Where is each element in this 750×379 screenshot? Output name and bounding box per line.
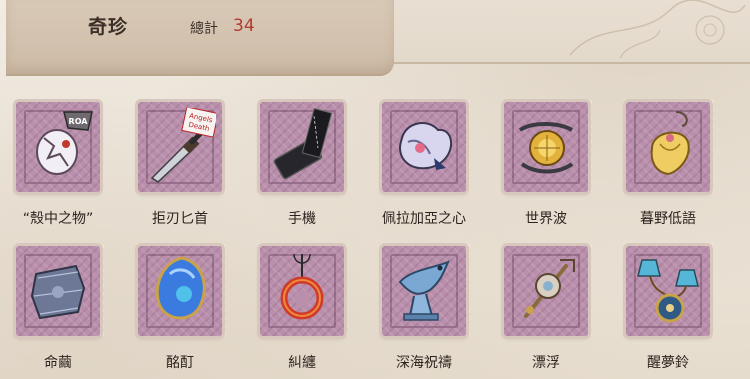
item-card[interactable]: 酩酊 <box>128 242 232 378</box>
item-label: 暮野低語 <box>640 211 696 227</box>
world-orb-icon <box>518 122 574 174</box>
cocoon-box-icon <box>30 264 86 320</box>
item-card[interactable]: 命繭 <box>6 242 110 378</box>
dream-bell-icon <box>637 259 699 323</box>
total-label: 總計 <box>190 21 218 37</box>
total-count: 34 <box>233 16 255 36</box>
header-tab <box>6 0 394 76</box>
item-label: 深海祝禱 <box>396 355 452 371</box>
heart-crystal-icon <box>399 122 453 170</box>
collection-page: 奇珍 總計 34 ROA “殼中之物” Angels Death 拒刃匕首 手機… <box>0 0 750 379</box>
item-card[interactable]: 深海祝禱 <box>372 242 476 378</box>
item-card[interactable]: 佩拉加亞之心 <box>372 98 476 234</box>
item-label: 手機 <box>288 211 316 227</box>
lantern-bloom-icon <box>650 111 690 176</box>
item-label: 漂浮 <box>532 355 560 371</box>
shell-creature-icon: ROA <box>36 111 93 175</box>
floating-key-icon <box>524 259 575 318</box>
svg-text:ROA: ROA <box>69 117 89 126</box>
item-label: “殼中之物” <box>22 211 94 227</box>
blue-gem-icon <box>155 256 206 320</box>
item-label: 醒夢鈴 <box>647 355 689 371</box>
phone-icon <box>273 108 333 180</box>
dagger-icon: Angels Death <box>150 108 216 183</box>
item-card[interactable]: Angels Death 拒刃匕首 <box>128 98 232 234</box>
floral-decoration <box>569 0 746 59</box>
item-label: 命繭 <box>44 355 72 371</box>
item-card[interactable]: 世界波 <box>494 98 598 234</box>
item-grid: ROA “殼中之物” Angels Death 拒刃匕首 手機 佩拉加亞之心 世… <box>0 94 750 379</box>
item-card[interactable]: 醒夢鈴 <box>616 242 720 378</box>
item-card[interactable]: 漂浮 <box>494 242 598 378</box>
item-label: 佩拉加亞之心 <box>382 211 466 227</box>
item-card[interactable]: 暮野低語 <box>616 98 720 234</box>
red-ring-pendant-icon <box>280 253 324 320</box>
fish-figurine-icon <box>398 260 450 321</box>
item-card[interactable]: 手機 <box>250 98 354 234</box>
item-card[interactable]: 糾纏 <box>250 242 354 378</box>
item-card[interactable]: ROA “殼中之物” <box>6 98 110 234</box>
item-label: 拒刃匕首 <box>152 211 208 227</box>
item-label: 酩酊 <box>166 355 194 371</box>
item-label: 糾纏 <box>288 355 316 371</box>
item-label: 世界波 <box>525 211 567 227</box>
page-title: 奇珍 <box>88 16 129 38</box>
